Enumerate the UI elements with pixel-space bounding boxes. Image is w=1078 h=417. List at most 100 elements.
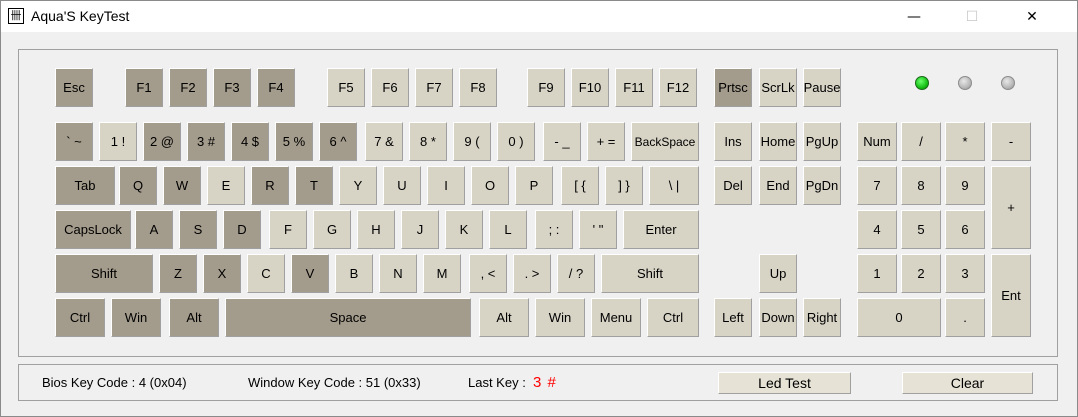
key-kp6[interactable]: 6 xyxy=(945,210,985,249)
key-w[interactable]: W xyxy=(163,166,201,205)
key-v[interactable]: V xyxy=(291,254,329,293)
close-button[interactable]: ✕ xyxy=(1009,1,1055,32)
key-ralt[interactable]: Alt xyxy=(479,298,529,337)
key-6[interactable]: 6 ^ xyxy=(319,122,357,161)
key-kp_enter[interactable]: Ent xyxy=(991,254,1031,337)
key-f1[interactable]: F1 xyxy=(125,68,163,107)
key-enter[interactable]: Enter xyxy=(623,210,699,249)
key-q[interactable]: Q xyxy=(119,166,157,205)
key-8[interactable]: 8 * xyxy=(409,122,447,161)
key-pgdn[interactable]: PgDn xyxy=(803,166,841,205)
key-kp1[interactable]: 1 xyxy=(857,254,897,293)
key-h[interactable]: H xyxy=(357,210,395,249)
key-j[interactable]: J xyxy=(401,210,439,249)
key-0[interactable]: 0 ) xyxy=(497,122,535,161)
key-g[interactable]: G xyxy=(313,210,351,249)
key-down[interactable]: Down xyxy=(759,298,797,337)
key-slash[interactable]: / ? xyxy=(557,254,595,293)
key-2[interactable]: 2 @ xyxy=(143,122,181,161)
key-a[interactable]: A xyxy=(135,210,173,249)
key-semicolon[interactable]: ; : xyxy=(535,210,573,249)
key-capslock[interactable]: CapsLock xyxy=(55,210,131,249)
key-f5[interactable]: F5 xyxy=(327,68,365,107)
led-test-button[interactable]: Led Test xyxy=(718,372,851,394)
key-3[interactable]: 3 # xyxy=(187,122,225,161)
key-kp2[interactable]: 2 xyxy=(901,254,941,293)
key-f4[interactable]: F4 xyxy=(257,68,295,107)
key-kp3[interactable]: 3 xyxy=(945,254,985,293)
key-u[interactable]: U xyxy=(383,166,421,205)
key-numlock[interactable]: Num xyxy=(857,122,897,161)
key-d[interactable]: D xyxy=(223,210,261,249)
key-kp5[interactable]: 5 xyxy=(901,210,941,249)
key-kp7[interactable]: 7 xyxy=(857,166,897,205)
key-f9[interactable]: F9 xyxy=(527,68,565,107)
key-kp0[interactable]: 0 xyxy=(857,298,941,337)
key-e[interactable]: E xyxy=(207,166,245,205)
key-c[interactable]: C xyxy=(247,254,285,293)
key-prtsc[interactable]: Prtsc xyxy=(714,68,752,107)
key-f[interactable]: F xyxy=(269,210,307,249)
key-f6[interactable]: F6 xyxy=(371,68,409,107)
key-t[interactable]: T xyxy=(295,166,333,205)
key-lctrl[interactable]: Ctrl xyxy=(55,298,105,337)
key-lwin[interactable]: Win xyxy=(111,298,161,337)
key-scrlk[interactable]: ScrLk xyxy=(759,68,797,107)
key-f2[interactable]: F2 xyxy=(169,68,207,107)
key-up[interactable]: Up xyxy=(759,254,797,293)
key-end[interactable]: End xyxy=(759,166,797,205)
key-rbracket[interactable]: ] } xyxy=(605,166,643,205)
key-pgup[interactable]: PgUp xyxy=(803,122,841,161)
key-f8[interactable]: F8 xyxy=(459,68,497,107)
key-5[interactable]: 5 % xyxy=(275,122,313,161)
key-y[interactable]: Y xyxy=(339,166,377,205)
key-m[interactable]: M xyxy=(423,254,461,293)
key-esc[interactable]: Esc xyxy=(55,68,93,107)
key-menu[interactable]: Menu xyxy=(591,298,641,337)
key-lalt[interactable]: Alt xyxy=(169,298,219,337)
key-equals[interactable]: + = xyxy=(587,122,625,161)
key-z[interactable]: Z xyxy=(159,254,197,293)
key-del[interactable]: Del xyxy=(714,166,752,205)
key-f7[interactable]: F7 xyxy=(415,68,453,107)
key-kp9[interactable]: 9 xyxy=(945,166,985,205)
key-lshift[interactable]: Shift xyxy=(55,254,153,293)
key-1[interactable]: 1 ! xyxy=(99,122,137,161)
key-kp4[interactable]: 4 xyxy=(857,210,897,249)
key-right[interactable]: Right xyxy=(803,298,841,337)
key-tab[interactable]: Tab xyxy=(55,166,115,205)
key-quote[interactable]: ' " xyxy=(579,210,617,249)
key-backslash[interactable]: \ | xyxy=(649,166,699,205)
key-i[interactable]: I xyxy=(427,166,465,205)
key-kp_dot[interactable]: . xyxy=(945,298,985,337)
maximize-button[interactable]: ☐ xyxy=(949,1,995,32)
key-7[interactable]: 7 & xyxy=(365,122,403,161)
key-backtick[interactable]: ` ~ xyxy=(55,122,93,161)
key-backspace[interactable]: BackSpace xyxy=(631,122,699,161)
key-x[interactable]: X xyxy=(203,254,241,293)
key-p[interactable]: P xyxy=(515,166,553,205)
key-lbracket[interactable]: [ { xyxy=(561,166,599,205)
key-f12[interactable]: F12 xyxy=(659,68,697,107)
key-9[interactable]: 9 ( xyxy=(453,122,491,161)
key-pause[interactable]: Pause xyxy=(803,68,841,107)
minimize-button[interactable]: — xyxy=(891,1,937,32)
key-f10[interactable]: F10 xyxy=(571,68,609,107)
key-minus[interactable]: - _ xyxy=(543,122,581,161)
key-kp_sub[interactable]: - xyxy=(991,122,1031,161)
key-n[interactable]: N xyxy=(379,254,417,293)
key-s[interactable]: S xyxy=(179,210,217,249)
key-f11[interactable]: F11 xyxy=(615,68,653,107)
key-kp_add[interactable]: + xyxy=(991,166,1031,249)
key-home[interactable]: Home xyxy=(759,122,797,161)
key-rwin[interactable]: Win xyxy=(535,298,585,337)
key-kp_mul[interactable]: * xyxy=(945,122,985,161)
key-rshift[interactable]: Shift xyxy=(601,254,699,293)
key-comma[interactable]: , < xyxy=(469,254,507,293)
key-period[interactable]: . > xyxy=(513,254,551,293)
key-f3[interactable]: F3 xyxy=(213,68,251,107)
key-kp8[interactable]: 8 xyxy=(901,166,941,205)
key-b[interactable]: B xyxy=(335,254,373,293)
key-left[interactable]: Left xyxy=(714,298,752,337)
key-kp_div[interactable]: / xyxy=(901,122,941,161)
